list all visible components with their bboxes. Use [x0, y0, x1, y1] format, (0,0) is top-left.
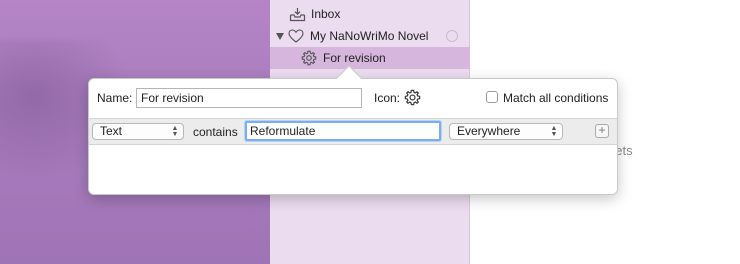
updown-chevron-icon: ▲ ▼: [171, 124, 179, 138]
sidebar-item-for-revision[interactable]: For revision: [270, 47, 470, 69]
icon-label: Icon:: [374, 91, 401, 105]
match-all-label: Match all conditions: [503, 91, 609, 105]
progress-circle-icon: [446, 30, 458, 42]
sidebar-item-label: My NaNoWriMo Novel: [310, 29, 429, 43]
scope-select-value: Everywhere: [457, 124, 521, 138]
gear-icon: [300, 49, 318, 67]
updown-chevron-icon: ▲ ▼: [550, 124, 558, 138]
sidebar-item-inbox[interactable]: Inbox: [270, 3, 470, 25]
sidebar-item-novel[interactable]: My NaNoWriMo Novel: [270, 25, 470, 47]
search-value-field[interactable]: [245, 121, 441, 141]
name-label: Name:: [97, 91, 133, 105]
add-criterion-button[interactable]: +: [595, 124, 609, 138]
heart-icon: [287, 27, 305, 45]
disclosure-triangle-icon[interactable]: [276, 32, 284, 40]
operator-label: contains: [193, 125, 238, 139]
sidebar-item-label: For revision: [323, 51, 386, 65]
inbox-tray-icon: [288, 5, 306, 23]
name-field[interactable]: [136, 88, 362, 108]
gear-icon[interactable]: [403, 88, 421, 106]
match-all-checkbox[interactable]: [486, 91, 498, 103]
field-select-value: Text: [100, 124, 123, 138]
scope-select[interactable]: Everywhere ▲ ▼: [449, 123, 563, 140]
field-select[interactable]: Text ▲ ▼: [92, 123, 184, 140]
sidebar-item-label: Inbox: [311, 7, 341, 21]
